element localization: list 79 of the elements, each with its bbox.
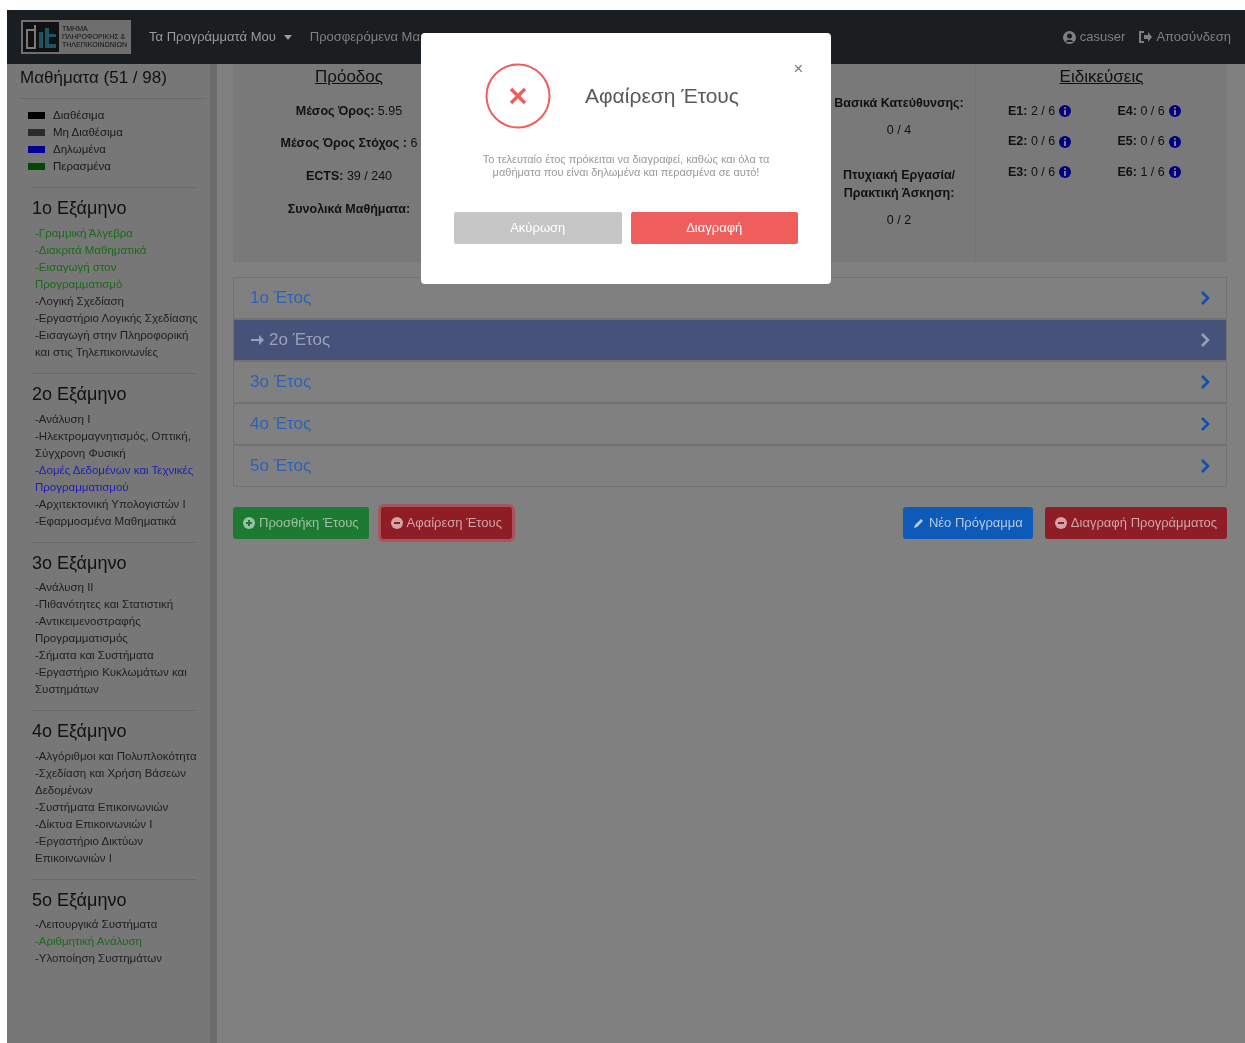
stat-value: 0 / 2 — [885, 212, 913, 229]
course-link[interactable]: -Σχεδίαση και Χρήση Βάσεων Δεδομένων — [32, 764, 206, 799]
plus-circle-icon — [243, 516, 255, 529]
info-icon — [1059, 104, 1072, 117]
info-icon — [1168, 104, 1181, 117]
info-icon — [1168, 166, 1181, 179]
logout-link[interactable]: Αποσύνδεση — [1139, 27, 1231, 47]
chevron-right-icon — [1200, 333, 1210, 347]
course-link[interactable]: -Λογική Σχεδίαση — [32, 293, 206, 310]
chevron-right-icon — [1200, 459, 1210, 473]
legend-label: Δηλωμένα — [53, 142, 106, 158]
course-link[interactable]: -Υλοποίηση Συστημάτων — [32, 950, 206, 968]
caret-icon — [283, 34, 292, 40]
chevron-right-icon — [1200, 291, 1210, 305]
course-link[interactable]: -Ηλεκτρομαγνητισμός, Οπτική, Σύγχρονη Φυσική — [32, 427, 206, 462]
course-link[interactable]: -Πιθανότητες και Στατιστική — [32, 596, 206, 614]
stat-text: E1: 2 / 6 — [1008, 102, 1056, 120]
close-button[interactable]: × — [793, 61, 803, 77]
delete-button[interactable]: Διαγραφή — [630, 212, 798, 244]
semester-title: 5ο Εξάμηνο — [32, 889, 128, 912]
stat-value: 0 / 4 — [885, 121, 913, 139]
action-button[interactable]: Αφαίρεση Έτους — [380, 507, 512, 539]
user-icon — [1062, 30, 1076, 44]
legend-label: Περασμένα — [53, 159, 111, 175]
course-link[interactable]: -Εργαστήριο Κυκλωμάτων και Συστημάτων — [32, 664, 206, 699]
minus-circle-icon — [1054, 516, 1067, 529]
course-link[interactable]: -Ανάλυση II — [32, 579, 206, 597]
logout-icon — [1139, 31, 1153, 43]
course-link[interactable]: -Εισαγωγή στην Πληροφορική και στις Τηλεπικοινωνίες — [32, 327, 206, 361]
stat-text: E4: 0 / 6 — [1117, 102, 1165, 120]
course-link[interactable]: -Αλγόριθμοι και Πολυπλοκότητα — [32, 747, 206, 765]
info-icon — [1059, 166, 1072, 179]
course-link[interactable]: -Συστήματα Επικοινωνιών — [32, 798, 206, 816]
course-link[interactable]: -Εργαστήριο Λογικής Σχεδίασης — [32, 310, 206, 327]
semester-title: 2ο Εξάμηνο — [32, 384, 128, 406]
sidebar-title: Μαθήματα (51 / 98) — [20, 68, 206, 100]
course-link[interactable]: -Αρχιτεκτονική Υπολογιστών I — [32, 495, 206, 513]
stat-text: ECTS: 39 / 240 — [304, 168, 394, 185]
error-x-icon — [485, 63, 551, 129]
course-link[interactable]: -Λειτουργικά Συστήματα — [32, 916, 206, 934]
semester-title: 1ο Εξάμηνο — [32, 198, 128, 220]
legend-label: Μη Διαθέσιμα — [53, 125, 123, 141]
action-button[interactable]: Νέο Πρόγραμμα — [902, 507, 1033, 539]
semester-title: 3ο Εξάμηνο — [32, 552, 128, 575]
semester-title: 4ο Εξάμηνο — [32, 721, 128, 743]
pencil-icon — [912, 516, 925, 529]
year-item[interactable]: 2ο Έτος — [233, 319, 1227, 361]
course-link[interactable]: -Σήματα και Συστήματα — [32, 647, 206, 665]
action-button[interactable]: Προσθήκη Έτους — [233, 507, 369, 539]
course-link[interactable]: -Εφαρμοσμένα Μαθηματικά — [32, 512, 206, 530]
legend-label: Διαθέσιμα — [53, 108, 105, 124]
chevron-right-icon — [1200, 375, 1210, 389]
stat-text: E3: 0 / 6 — [1008, 164, 1056, 181]
stat-text: Συνολικά Μαθήματα: — [286, 200, 412, 218]
user-link[interactable]: casuser — [1062, 27, 1126, 47]
course-link[interactable]: -Αντικειμενοστραφής Προγραμματισμός — [32, 613, 206, 648]
modal-message: Το τελευταίο έτος πρόκειται να διαγραφεί, καθώς και όλα τα μαθήματα που είναι δηλωμένα και περασμένα σε αυτό! — [481, 153, 771, 179]
stat-label: Πτυχιακή Εργασία/ Πρακτική Άσκηση: — [841, 166, 957, 203]
info-icon — [1168, 135, 1181, 148]
minus-circle-icon — [390, 516, 403, 529]
course-link[interactable]: -Δομές Δεδομένων και Τεχνικές Προγραμματισμού — [32, 461, 206, 496]
stat-label: Βασικά Κατεύθυνσης: — [833, 95, 965, 112]
course-link[interactable]: -Ανάλυση I — [32, 410, 206, 428]
info-icon — [1059, 135, 1072, 148]
arrow-right-icon — [250, 333, 264, 347]
course-link[interactable]: -Δίκτυα Επικοινωνιών I — [32, 815, 206, 833]
chevron-right-icon — [1200, 417, 1210, 431]
stat-text: E2: 0 / 6 — [1008, 133, 1056, 151]
stat-text: Μέσος Όρος Στόχος : 6 — [279, 135, 419, 153]
course-link[interactable]: -Εργαστήριο Δικτύων Επικοινωνιών I — [32, 832, 206, 867]
stat-text: E6: 1 / 6 — [1117, 164, 1165, 181]
stat-text: E5: 0 / 6 — [1117, 133, 1165, 151]
progress-heading: Πρόοδος — [314, 66, 384, 88]
menu-dropdown[interactable]: Τα Προγράμματά Μου — [149, 27, 292, 47]
specializations-heading: Ειδικεύσεις — [1058, 66, 1145, 88]
stat-text: Μέσος Όρος: 5.95 — [294, 102, 404, 120]
menu-link[interactable]: Προσφερόμενα Μα — [309, 27, 420, 47]
action-button[interactable]: Διαγραφή Προγράμματος — [1044, 507, 1227, 539]
modal-title: Αφαίρεση Έτους — [585, 83, 739, 109]
